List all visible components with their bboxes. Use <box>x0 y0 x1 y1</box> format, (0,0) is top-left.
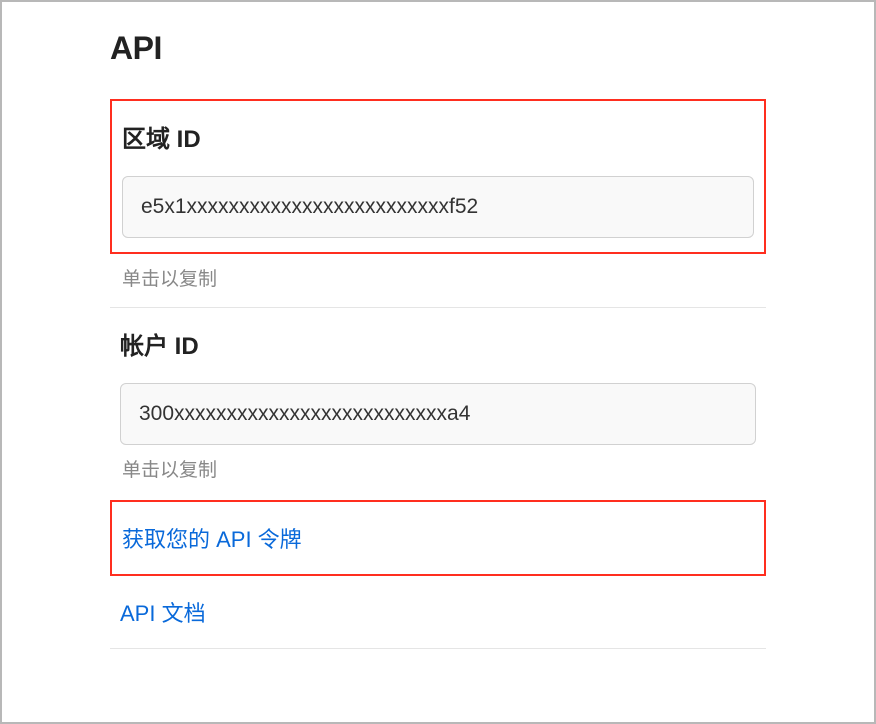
get-api-token-link[interactable]: 获取您的 API 令牌 <box>122 527 302 552</box>
zone-id-section: 区域 ID e5x1xxxxxxxxxxxxxxxxxxxxxxxxxf52 <box>110 99 766 254</box>
account-id-label: 帐户 ID <box>120 326 756 361</box>
zone-id-field[interactable]: e5x1xxxxxxxxxxxxxxxxxxxxxxxxxf52 <box>122 176 754 238</box>
account-id-hint: 单击以复制 <box>120 455 756 482</box>
zone-id-hint: 单击以复制 <box>110 264 766 291</box>
zone-id-label: 区域 ID <box>122 119 754 154</box>
page-title: API <box>110 30 766 67</box>
api-panel: API 区域 ID e5x1xxxxxxxxxxxxxxxxxxxxxxxxxf… <box>2 2 874 689</box>
account-id-section: 帐户 ID 300xxxxxxxxxxxxxxxxxxxxxxxxxxa4 单击… <box>110 308 766 482</box>
account-id-field[interactable]: 300xxxxxxxxxxxxxxxxxxxxxxxxxxa4 <box>120 383 756 445</box>
get-api-token-row[interactable]: 获取您的 API 令牌 <box>110 500 766 576</box>
api-docs-link[interactable]: API 文档 <box>120 601 206 626</box>
api-docs-row[interactable]: API 文档 <box>110 576 766 649</box>
